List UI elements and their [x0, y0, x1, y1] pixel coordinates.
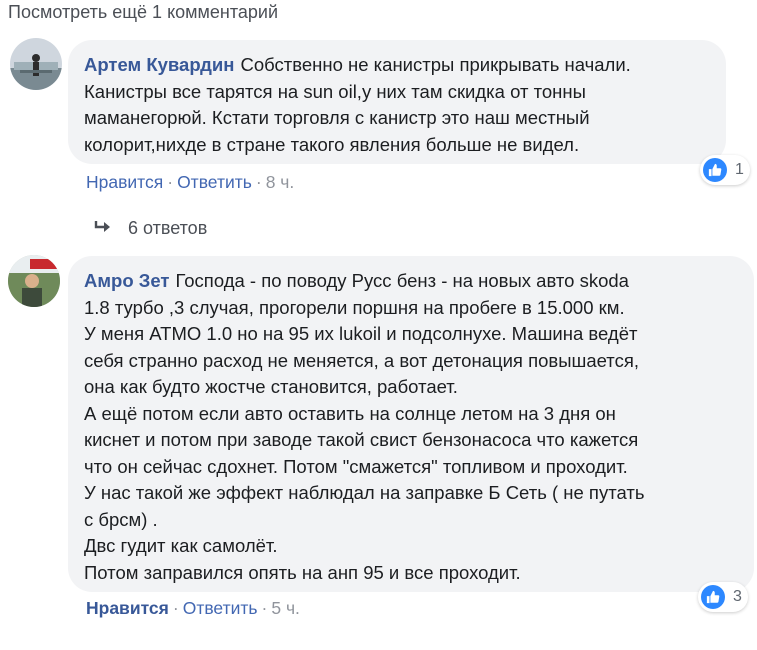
comment-line: Двс гудит как самолёт. — [84, 535, 278, 556]
reply-button[interactable]: Ответить — [183, 598, 258, 618]
view-replies-link[interactable]: 6 ответов — [94, 218, 207, 239]
reply-arrow-icon — [94, 218, 112, 239]
comment-line: Канистры все тарятся на sun oil,у них та… — [84, 80, 586, 102]
like-button[interactable]: Нравится — [86, 172, 163, 192]
comment-line: что он сейчас сдохнет. Потом "смажется" … — [84, 455, 628, 477]
comment-bubble: Артем Кувардин Собственно не канистры при… — [68, 40, 726, 164]
comment-line: Потом заправился опять на анп 95 и все п… — [84, 561, 521, 583]
view-more-comments-link[interactable]: Посмотреть ещё 1 комментарий — [8, 2, 278, 23]
separator-dot: · — [261, 598, 268, 618]
reply-button[interactable]: Ответить — [177, 172, 252, 192]
comment-bubble: Амро Зет Господа - по поводу Русс бенз - … — [68, 256, 754, 592]
reaction-count: 1 — [735, 161, 744, 178]
comment-actions: Нравится · Ответить · 5 ч. — [86, 598, 300, 619]
replies-count-label: 6 ответов — [128, 218, 208, 238]
comment-line: колорит,нихде в стране такого явления бо… — [84, 133, 580, 155]
avatar[interactable] — [8, 255, 60, 307]
comment-line: киснет и потом при заводе такой свист бе… — [84, 429, 639, 450]
comment-timestamp[interactable]: 8 ч. — [266, 172, 295, 192]
reaction-count: 3 — [733, 588, 742, 605]
thumbs-up-icon — [703, 158, 727, 182]
reactions-badge[interactable]: 3 — [698, 582, 748, 612]
comment-line: А ещё потом если авто оставить на солнце… — [84, 402, 616, 424]
thumbs-up-icon — [701, 585, 725, 609]
comment-line: она как будто жостче становится, работае… — [84, 376, 458, 397]
comment-actions: Нравится · Ответить · 8 ч. — [86, 172, 294, 193]
comment-author[interactable]: Артем Кувардин — [84, 54, 234, 75]
like-button[interactable]: Нравится — [86, 598, 169, 618]
reactions-badge[interactable]: 1 — [700, 155, 750, 185]
separator-dot: · — [255, 172, 262, 192]
comment-author[interactable]: Амро Зет — [84, 270, 169, 291]
comment-line: У меня АТМО 1.0 но на 95 их lukoil и под… — [84, 323, 638, 344]
comment-line: 1.8 турбо ,3 случая, прогорели поршня на… — [84, 296, 625, 318]
separator-dot: · — [172, 598, 179, 618]
comment-line: себя странно расход не меняется, а вот д… — [84, 349, 639, 371]
avatar-photo — [10, 38, 62, 90]
avatar[interactable] — [10, 38, 62, 90]
separator-dot: · — [167, 172, 174, 192]
comment-line: Артем Кувардин Собственно не канистры при… — [84, 54, 631, 75]
avatar-photo — [8, 255, 60, 307]
comment-timestamp[interactable]: 5 ч. — [271, 598, 300, 618]
comment-line: У нас такой же эффект наблюдал на заправ… — [84, 482, 645, 503]
comment-line: маманегорюй. Кстати торговля с канистр э… — [84, 107, 590, 128]
comment-line: Амро Зет Господа - по поводу Русс бенз - … — [84, 270, 629, 291]
comment-line: с брсм) . — [84, 508, 158, 530]
